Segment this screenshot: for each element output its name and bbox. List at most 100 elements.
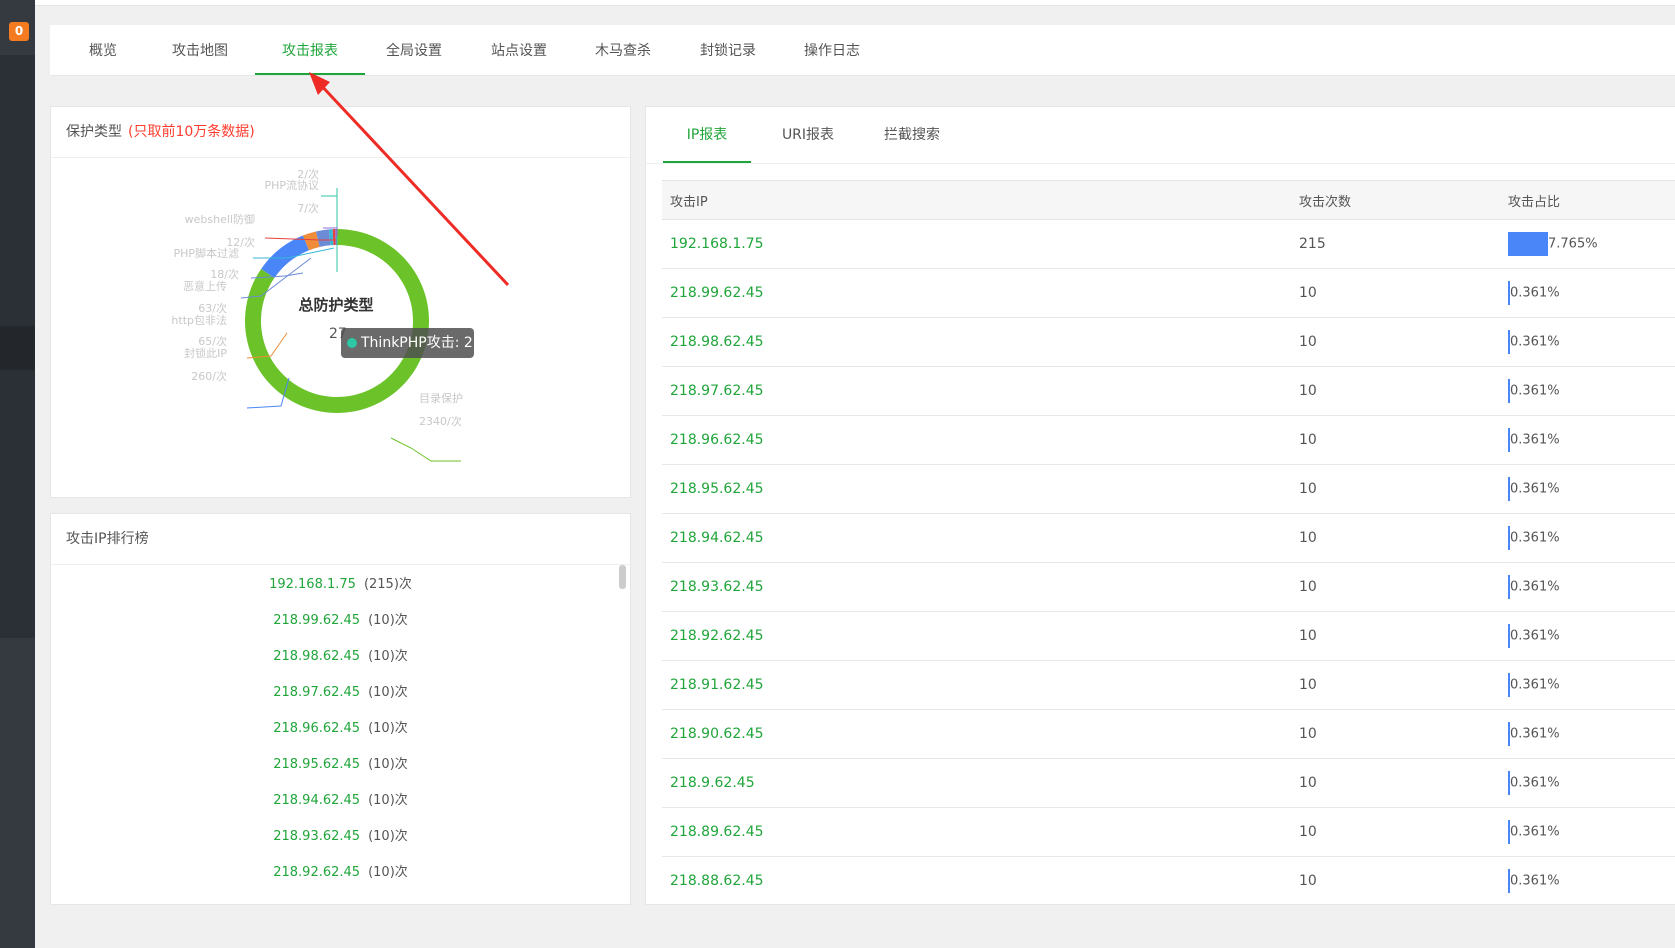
rank-count: (10)次 (368, 721, 408, 736)
donut-slice-6[interactable] (261, 235, 309, 279)
row-ratio-cell: 0.361% (1500, 268, 1675, 318)
rank-ip-link[interactable]: 218.99.62.45 (273, 613, 360, 628)
protection-donut-chart[interactable]: 2/次 PHP流协议 7/次 webshell防御 12/次 PHP脚本过滤 1… (51, 158, 630, 496)
label-count: 18/次 (210, 267, 239, 281)
rank-ip-link[interactable]: 218.97.62.45 (273, 685, 360, 700)
rank-ip-link[interactable]: 218.92.62.45 (273, 865, 360, 880)
tab-attack-report[interactable]: 攻击报表 (255, 25, 365, 75)
row-ip-link[interactable]: 218.91.62.45 (662, 660, 1291, 710)
row-ip-link[interactable]: 218.89.62.45 (662, 807, 1291, 857)
row-ip-link[interactable]: 218.99.62.45 (662, 268, 1291, 318)
ratio-text: 0.361% (1510, 824, 1560, 840)
table-row: 218.91.62.45 10 0.361% (662, 660, 1675, 710)
label-name: 封锁此IP (184, 346, 227, 360)
donut-labels-right: 目录保护 2340/次 (419, 391, 463, 428)
row-count: 10 (1291, 611, 1500, 661)
tab-uri-report[interactable]: URI报表 (764, 107, 852, 163)
row-ip-link[interactable]: 218.93.62.45 (662, 562, 1291, 612)
tab-global-settings[interactable]: 全局设置 (377, 25, 451, 75)
rank-ip-link[interactable]: 218.96.62.45 (273, 721, 360, 736)
label-name: http包非法 (171, 313, 227, 327)
ratio-text: 0.361% (1510, 432, 1560, 448)
row-ip-link[interactable]: 218.88.62.45 (662, 856, 1291, 904)
ratio-text: 0.361% (1510, 481, 1560, 497)
attack-ip-rank-panel: 攻击IP排行榜 192.168.1.75 (215)次 218.99.62.45 (1… (50, 513, 631, 905)
rank-count: (10)次 (368, 649, 408, 664)
label-count: 65/次 (198, 334, 227, 348)
row-ip-link[interactable]: 218.94.62.45 (662, 513, 1291, 563)
row-ip-link[interactable]: 218.92.62.45 (662, 611, 1291, 661)
ratio-text: 0.361% (1510, 285, 1560, 301)
rank-list-scrollbar[interactable] (619, 565, 626, 589)
rank-count: (10)次 (368, 613, 408, 628)
col-attack-count[interactable]: 攻击次数 (1291, 180, 1500, 220)
row-count: 10 (1291, 758, 1500, 808)
row-ratio-cell: 0.361% (1500, 611, 1675, 661)
rank-ip-link[interactable]: 218.98.62.45 (273, 649, 360, 664)
rank-count: (215)次 (363, 577, 412, 592)
ratio-text: 0.361% (1510, 579, 1560, 595)
sidebar: 0 (0, 0, 35, 948)
leader-line (390, 437, 461, 462)
row-count: 10 (1291, 807, 1500, 857)
table-row: 218.98.62.45 10 0.361% (662, 317, 1675, 367)
rank-ip-link[interactable]: 192.168.1.75 (269, 577, 356, 592)
rank-list[interactable]: 192.168.1.75 (215)次 218.99.62.45 (10)次 218.9… (51, 567, 630, 897)
rank-panel-title: 攻击IP排行榜 (51, 514, 630, 565)
rank-count: (10)次 (368, 757, 408, 772)
table-row: 218.95.62.45 10 0.361% (662, 464, 1675, 514)
list-item: 218.96.62.45 (10)次 (51, 711, 630, 747)
row-ip-link[interactable]: 218.90.62.45 (662, 709, 1291, 759)
row-count: 10 (1291, 709, 1500, 759)
row-ip-link[interactable]: 218.98.62.45 (662, 317, 1291, 367)
table-row: 218.89.62.45 10 0.361% (662, 807, 1675, 857)
rank-ip-link[interactable]: 218.93.62.45 (273, 829, 360, 844)
ratio-text: 0.361% (1510, 628, 1560, 644)
rank-count: (10)次 (368, 865, 408, 880)
row-ratio-cell: 0.361% (1500, 366, 1675, 416)
rank-ip-link[interactable]: 218.94.62.45 (273, 793, 360, 808)
tab-trojan-scan[interactable]: 木马查杀 (586, 25, 660, 75)
table-row: 218.92.62.45 10 0.361% (662, 611, 1675, 661)
label-name: 恶意上传 (183, 279, 227, 293)
row-count: 10 (1291, 268, 1500, 318)
col-attack-ratio[interactable]: 攻击占比 (1500, 180, 1675, 220)
tab-site-settings[interactable]: 站点设置 (482, 25, 556, 75)
table-row: 218.99.62.45 10 0.361% (662, 268, 1675, 318)
label-count: 2340/次 (419, 414, 462, 428)
tab-overview[interactable]: 概览 (78, 25, 128, 75)
row-ip-link[interactable]: 218.96.62.45 (662, 415, 1291, 465)
tab-block-records[interactable]: 封锁记录 (691, 25, 765, 75)
row-ratio-cell: 0.361% (1500, 513, 1675, 563)
tooltip-dot (347, 338, 357, 348)
tab-intercept-search[interactable]: 拦截搜索 (868, 107, 956, 163)
row-count: 10 (1291, 660, 1500, 710)
row-ip-link[interactable]: 218.95.62.45 (662, 464, 1291, 514)
top-header (35, 0, 1675, 6)
col-attack-ip[interactable]: 攻击IP (662, 180, 1291, 220)
ratio-text: 0.361% (1510, 334, 1560, 350)
row-count: 10 (1291, 366, 1500, 416)
tab-ip-report[interactable]: IP报表 (663, 107, 751, 163)
tab-operation-log[interactable]: 操作日志 (795, 25, 869, 75)
rank-count: (10)次 (368, 829, 408, 844)
sidebar-item-active[interactable] (0, 326, 35, 370)
main-tabs: 概览 攻击地图 攻击报表 全局设置 站点设置 木马查杀 封锁记录 操作日志 (50, 25, 1675, 76)
row-ratio-cell: 7.765% (1500, 219, 1675, 269)
notification-badge[interactable]: 0 (9, 22, 29, 41)
row-ratio-cell: 0.361% (1500, 807, 1675, 857)
ip-report-table: 攻击IP 攻击次数 攻击占比 192.168.1.75 215 7.765% 218.… (662, 180, 1675, 904)
row-ip-link[interactable]: 218.97.62.45 (662, 366, 1291, 416)
row-ratio-cell: 0.361% (1500, 464, 1675, 514)
label-name: PHP脚本过滤 (173, 246, 239, 260)
row-ip-link[interactable]: 192.168.1.75 (662, 219, 1291, 269)
row-count: 10 (1291, 415, 1500, 465)
ratio-text: 0.361% (1510, 775, 1560, 791)
tab-attack-map[interactable]: 攻击地图 (163, 25, 237, 75)
row-ip-link[interactable]: 218.9.62.45 (662, 758, 1291, 808)
list-item: 218.97.62.45 (10)次 (51, 675, 630, 711)
row-ratio-cell: 0.361% (1500, 856, 1675, 904)
rank-ip-link[interactable]: 218.95.62.45 (273, 757, 360, 772)
ratio-text: 7.765% (1548, 236, 1598, 252)
row-ratio-cell: 0.361% (1500, 317, 1675, 367)
